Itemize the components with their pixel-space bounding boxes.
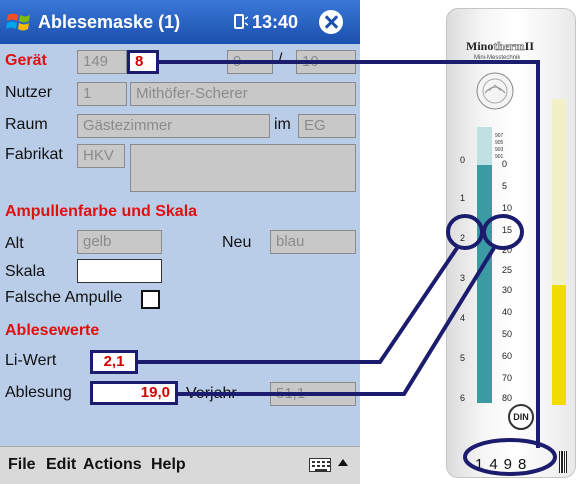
- section-ampulle-heading: Ampullenfarbe und Skala: [5, 203, 198, 220]
- im-label: im: [274, 116, 291, 133]
- meter-serial: 1498: [475, 456, 533, 473]
- raum-label: Raum: [5, 116, 48, 133]
- section-ablesewerte-heading: Ablesewerte: [5, 322, 100, 339]
- alt-label: Alt: [5, 235, 24, 252]
- liwert-label: Li-Wert: [5, 352, 57, 369]
- skala-label: Skala: [5, 263, 46, 280]
- right-scale-15: 15: [502, 225, 513, 235]
- heat-cost-allocator-photo: MinothermII Mini-Messtechnik 907 905 903…: [446, 8, 576, 478]
- vorjahr-label: Vorjahr: [186, 385, 237, 402]
- small-mark-3: 903: [495, 147, 504, 153]
- menu-file[interactable]: File: [8, 456, 36, 474]
- menu-help[interactable]: Help: [151, 456, 186, 474]
- meter-brand: MinothermII: [466, 39, 535, 54]
- geraet-separator: /: [278, 51, 283, 68]
- menu-edit[interactable]: Edit: [46, 456, 76, 474]
- vorjahr-field[interactable]: 51,1: [270, 382, 356, 406]
- geraet-field-1[interactable]: 149: [77, 50, 127, 74]
- title-bar: Ablesemaske (1) 13:40: [0, 0, 360, 44]
- left-scale-6: 6: [460, 393, 466, 403]
- nutzer-number-field[interactable]: 1: [77, 82, 127, 106]
- neu-label: Neu: [222, 234, 252, 251]
- falsche-ampulle-checkbox[interactable]: [141, 290, 160, 309]
- left-scale-3: 3: [460, 273, 466, 283]
- ablesung-field[interactable]: 19,0: [90, 381, 178, 405]
- fabrikat-description-field[interactable]: [130, 144, 356, 192]
- meter-brand-subtitle: Mini-Messtechnik: [474, 55, 521, 61]
- geraet-field-2[interactable]: 8: [127, 50, 159, 74]
- small-mark-1: 907: [495, 133, 504, 139]
- left-scale-2: 2: [460, 233, 466, 243]
- nutzer-label: Nutzer: [5, 84, 53, 101]
- liwert-field[interactable]: 2,1: [90, 350, 138, 374]
- menu-actions[interactable]: Actions: [83, 456, 142, 474]
- right-scale-5: 5: [502, 181, 508, 191]
- right-scale-20: 20: [502, 245, 513, 255]
- right-scale-50: 50: [502, 329, 513, 339]
- geraet-field-4[interactable]: 10: [296, 50, 356, 74]
- geraet-label: Gerät: [5, 52, 47, 69]
- clock[interactable]: 13:40: [252, 12, 298, 33]
- left-scale-0: 0: [460, 155, 466, 165]
- right-scale-70: 70: [502, 373, 513, 383]
- right-scale-25: 25: [502, 265, 513, 275]
- skala-field[interactable]: [77, 259, 162, 283]
- fabrikat-field[interactable]: HKV: [77, 144, 125, 168]
- small-mark-2: 905: [495, 140, 504, 146]
- ablesung-label: Ablesung: [5, 384, 72, 401]
- raum-field[interactable]: Gästezimmer: [77, 114, 270, 138]
- right-scale-40: 40: [502, 307, 513, 317]
- nutzer-name-field[interactable]: Mithöfer-Scherer: [130, 82, 356, 106]
- geraet-field-3[interactable]: 9: [227, 50, 273, 74]
- yellow-ampoule-fill: [552, 285, 566, 405]
- blue-ampoule-empty-part: [477, 127, 492, 165]
- seal-icon: [476, 72, 514, 110]
- fabrikat-label: Fabrikat: [5, 146, 63, 163]
- falsche-ampulle-label: Falsche Ampulle: [5, 289, 123, 306]
- left-scale-5: 5: [460, 353, 466, 363]
- left-scale-4: 4: [460, 313, 466, 323]
- sync-icon[interactable]: [232, 13, 248, 31]
- right-scale-0: 0: [502, 159, 508, 169]
- windows-logo-icon[interactable]: [6, 9, 32, 35]
- alt-field[interactable]: gelb: [77, 230, 162, 254]
- right-scale-60: 60: [502, 351, 513, 361]
- menu-bar: File Edit Actions Help: [0, 446, 360, 484]
- close-icon[interactable]: [319, 10, 343, 34]
- pda-window: Ablesemaske (1) 13:40 Gerät 149 8 9 / 10…: [0, 0, 360, 484]
- right-scale-10: 10: [502, 203, 513, 213]
- window-title: Ablesemaske (1): [38, 12, 181, 32]
- keyboard-icon[interactable]: [309, 458, 331, 472]
- left-scale-1: 1: [460, 193, 466, 203]
- screenshot-root: Ablesemaske (1) 13:40 Gerät 149 8 9 / 10…: [0, 0, 582, 484]
- input-panel-arrow-icon[interactable]: [338, 459, 348, 466]
- barcode-icon: [559, 451, 567, 473]
- neu-field[interactable]: blau: [270, 230, 356, 254]
- right-scale-30: 30: [502, 285, 513, 295]
- right-scale-80: 80: [502, 393, 513, 403]
- din-mark: DIN: [508, 404, 534, 430]
- blue-ampoule: [477, 127, 492, 403]
- floor-field[interactable]: EG: [298, 114, 356, 138]
